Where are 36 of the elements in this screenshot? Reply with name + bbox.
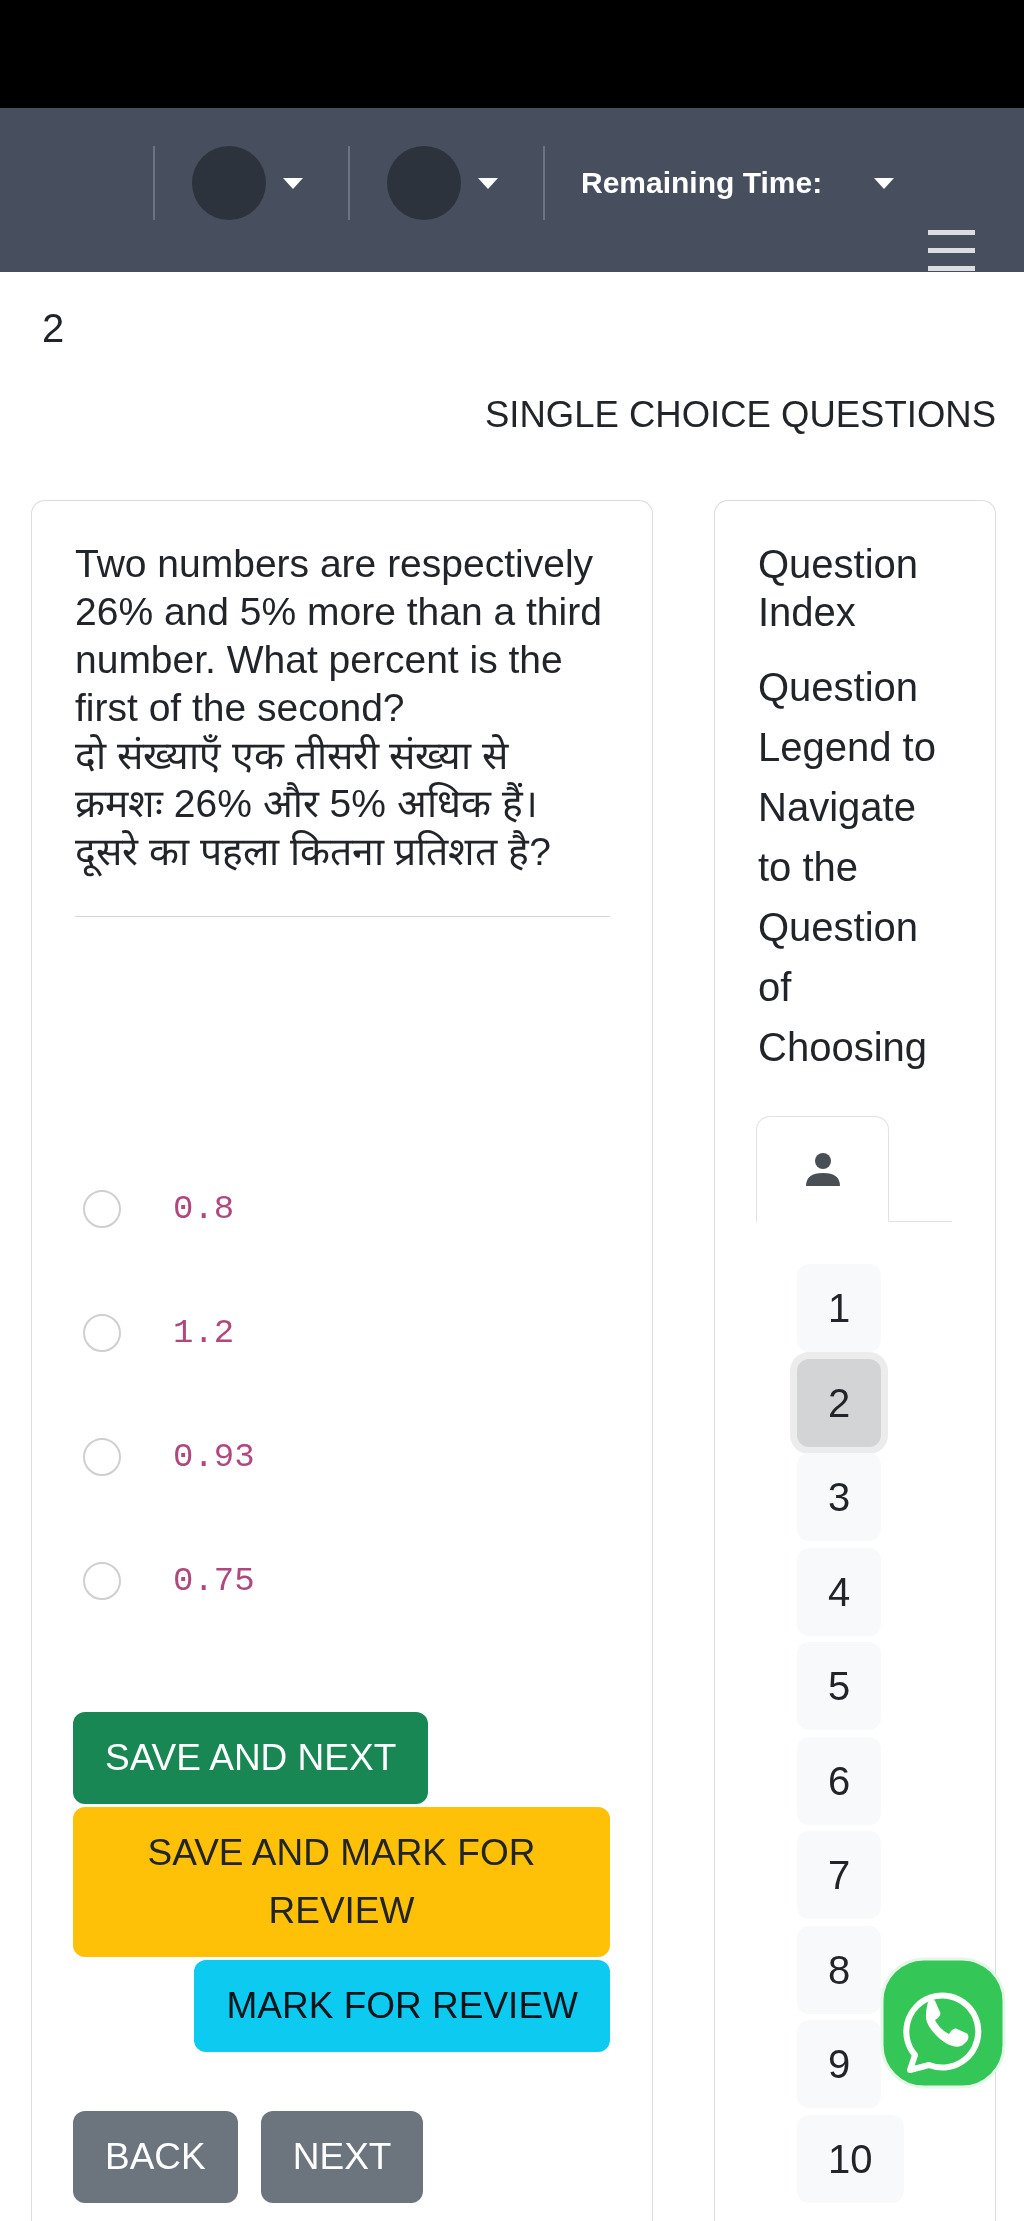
- index-legend: Question Legend to Navigate to the Question of Choosing: [758, 657, 952, 1077]
- back-button[interactable]: BACK: [73, 2111, 238, 2203]
- caret-icon[interactable]: [874, 177, 895, 189]
- question-number-button[interactable]: 3: [797, 1453, 882, 1541]
- option-label[interactable]: 0.75: [173, 1561, 255, 1601]
- section-title: SINGLE CHOICE QUESTIONS: [484, 393, 996, 437]
- menu-icon[interactable]: [928, 229, 975, 272]
- option-label[interactable]: 1.2: [173, 1313, 235, 1353]
- question-number-button[interactable]: 5: [797, 1642, 882, 1730]
- question-number-button[interactable]: 1: [797, 1264, 882, 1352]
- radio-button[interactable]: [83, 1190, 121, 1228]
- user-tab[interactable]: [756, 1116, 889, 1222]
- index-title: Question Index: [758, 541, 920, 636]
- question-number: 2: [42, 306, 65, 350]
- question-number-button[interactable]: 8: [797, 1925, 882, 2014]
- question-number-button[interactable]: 7: [797, 1831, 882, 1919]
- next-button[interactable]: NEXT: [260, 2111, 424, 2203]
- caret-icon[interactable]: [283, 177, 303, 189]
- person-icon: [805, 1152, 840, 1186]
- radio-button[interactable]: [83, 1438, 121, 1476]
- option-label[interactable]: 0.93: [173, 1437, 255, 1477]
- question-number-button[interactable]: 10: [797, 2114, 904, 2203]
- save-next-button[interactable]: SAVE AND NEXT: [73, 1712, 429, 1804]
- question-number-button[interactable]: 4: [797, 1547, 882, 1636]
- caret-icon[interactable]: [478, 177, 498, 189]
- question-translation: दो संख्याएँ एक तीसरी संख्या से क्रमशः 26% और 5% अधिक हैं। दूसरे का पहला कितना प्रतिशत है?: [75, 732, 590, 876]
- radio-button[interactable]: [83, 1562, 121, 1600]
- question-number-button[interactable]: 6: [797, 1736, 882, 1825]
- save-mark-review-button[interactable]: SAVE AND MARK FOR REVIEW: [73, 1807, 610, 1957]
- question-number-button[interactable]: 9: [797, 2020, 882, 2108]
- remaining-time-button[interactable]: Remaining Time:: [581, 163, 895, 203]
- question-text: Two numbers are respectively 26% and 5% more than a third number. What percent is the first of the second?: [75, 541, 603, 731]
- option-label[interactable]: 0.8: [173, 1189, 235, 1229]
- radio-button[interactable]: [83, 1314, 121, 1352]
- chat-phone-icon[interactable]: [880, 1957, 1006, 2089]
- mark-review-button[interactable]: MARK FOR REVIEW: [194, 1960, 610, 2052]
